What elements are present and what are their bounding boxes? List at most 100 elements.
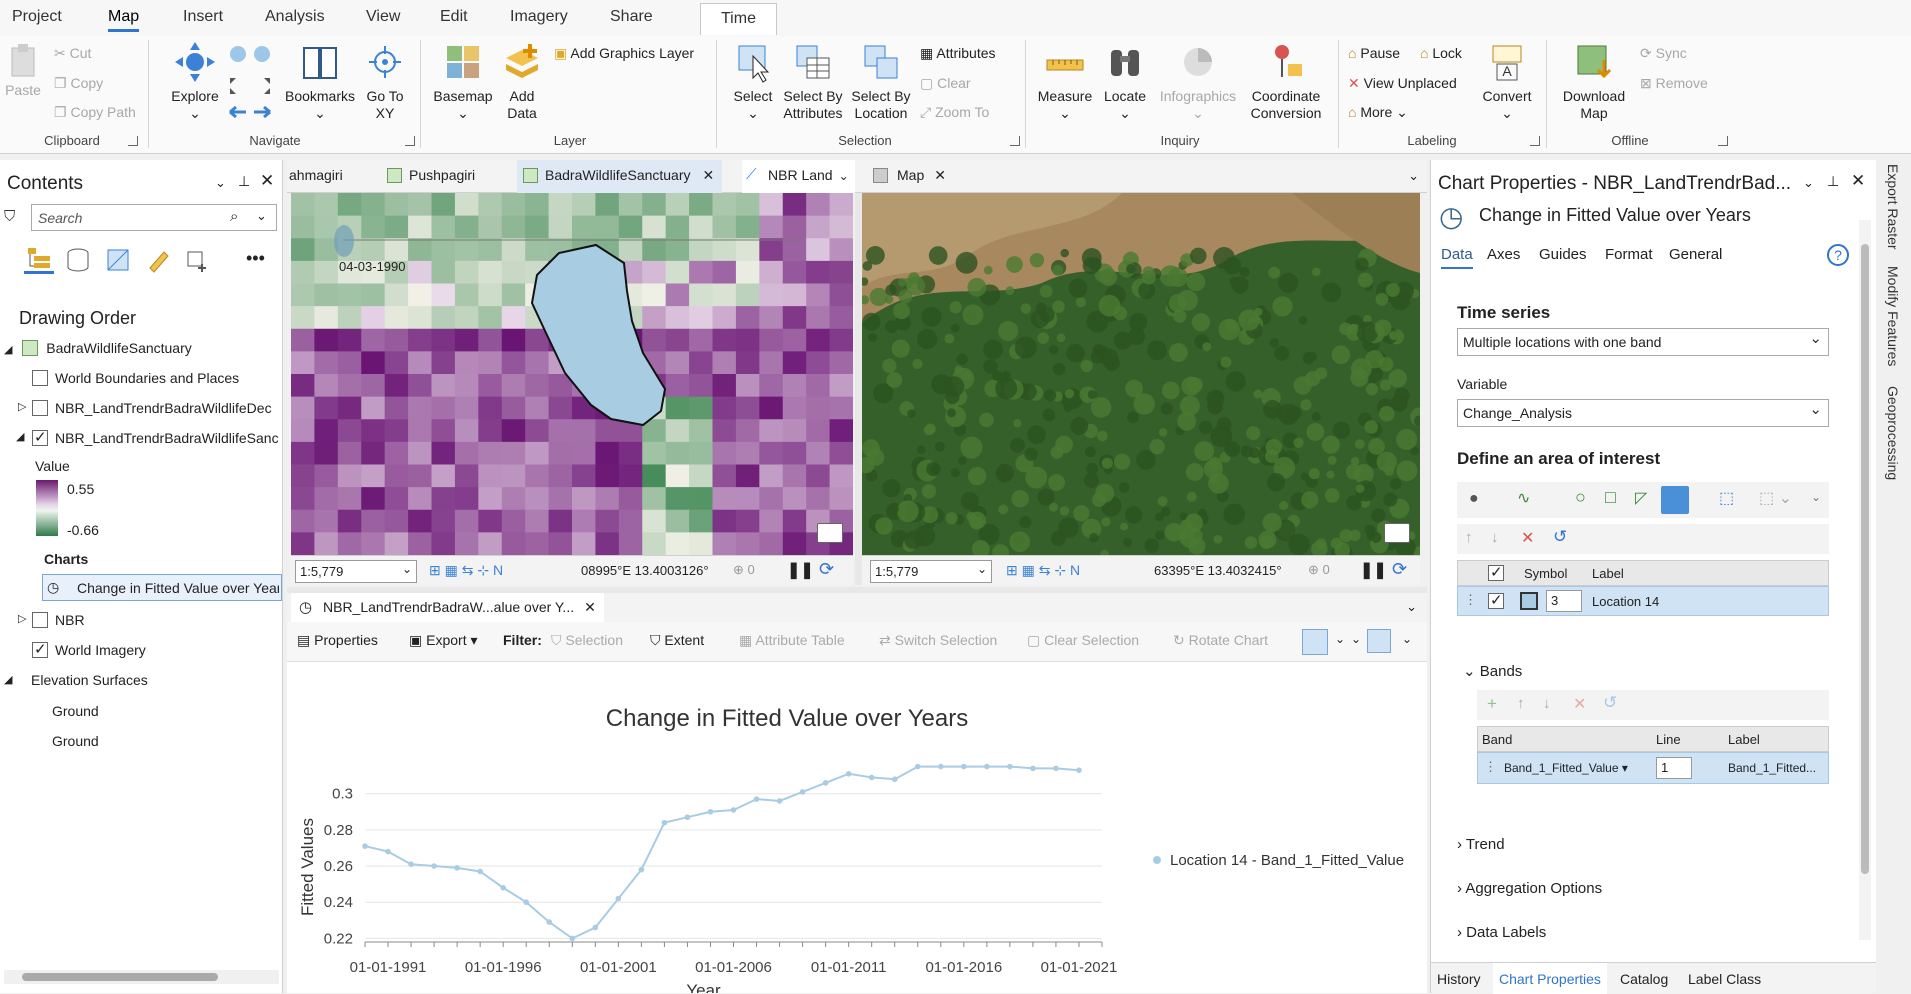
chevron-down-icon[interactable]: ⌄ bbox=[256, 208, 267, 224]
delete-icon[interactable]: ✕ bbox=[1573, 694, 1586, 714]
tab-insert[interactable]: Insert bbox=[183, 8, 223, 26]
bookmarks-button[interactable]: Bookmarks ⌄ bbox=[282, 40, 358, 122]
move-down-icon[interactable]: ↓ bbox=[1491, 529, 1499, 546]
expand-icon[interactable]: ▷ bbox=[18, 612, 26, 625]
map-legend-toggle-icon[interactable] bbox=[1384, 523, 1410, 543]
band-row[interactable]: ⋮ Band_1_Fitted_Value ▾ 1 Band_1_Fitted.… bbox=[1477, 752, 1829, 784]
elevation-surfaces[interactable]: Elevation Surfaces bbox=[31, 672, 148, 688]
select-feature-icon[interactable]: ⬚ bbox=[1719, 488, 1734, 508]
nbr-raster-map[interactable]: 04-03-1990 bbox=[291, 193, 853, 555]
pin-icon[interactable]: ⊥ bbox=[238, 173, 250, 190]
drag-handle-icon[interactable]: ⋮ bbox=[1464, 592, 1477, 608]
close-icon[interactable]: ✕ bbox=[1851, 171, 1865, 191]
more-options-icon[interactable]: ••• bbox=[246, 248, 265, 269]
world-imagery-map[interactable] bbox=[862, 193, 1420, 555]
filter-icon[interactable]: ⛉ bbox=[4, 208, 15, 225]
map-tab-map[interactable]: Map ✕ bbox=[867, 160, 946, 190]
convert-button[interactable]: A Convert ⌄ bbox=[1476, 40, 1538, 122]
pane-options-icon[interactable]: ⌄ bbox=[215, 175, 226, 191]
tab-label-class[interactable]: Label Class bbox=[1688, 971, 1761, 987]
list-by-source-button[interactable] bbox=[64, 246, 92, 277]
location-checkbox[interactable] bbox=[1488, 591, 1504, 609]
search-icon[interactable]: ⌕ bbox=[230, 208, 238, 225]
tab-general[interactable]: General bbox=[1669, 246, 1722, 263]
coordinate-conversion-button[interactable]: Coordinate Conversion bbox=[1240, 40, 1332, 122]
layer-world-imagery[interactable]: World Imagery bbox=[55, 642, 146, 658]
freehand-polygon-icon[interactable] bbox=[1661, 486, 1689, 514]
clear-selection-ribbon-button[interactable]: ▢ Clear bbox=[920, 75, 971, 92]
chevron-down-icon[interactable]: ⌄ bbox=[1811, 490, 1821, 504]
scrollbar-thumb[interactable] bbox=[1861, 244, 1869, 874]
tab-project[interactable]: Project bbox=[12, 8, 62, 26]
collapse-icon[interactable]: ◢ bbox=[16, 430, 24, 443]
list-by-selection-button[interactable] bbox=[104, 246, 132, 277]
fixed-zoom-icon[interactable]: ⊞ ▦ ⇆ ⊹ N bbox=[1006, 562, 1080, 579]
point-icon[interactable]: ● bbox=[1469, 490, 1479, 508]
measure-button[interactable]: Measure ⌄ bbox=[1032, 40, 1098, 122]
data-labels-section[interactable]: › Data Labels bbox=[1457, 924, 1546, 941]
chevron-down-icon[interactable]: ⌄ bbox=[1402, 632, 1412, 646]
copy-path-button[interactable]: ❐ Copy Path bbox=[54, 104, 136, 121]
select-all-checkbox[interactable] bbox=[1488, 563, 1504, 581]
drag-handle-icon[interactable]: ⋮ bbox=[1484, 759, 1497, 775]
tab-view[interactable]: View bbox=[366, 8, 400, 26]
infographics-button[interactable]: Infographics ⌄ bbox=[1154, 40, 1242, 122]
move-up-icon[interactable]: ↑ bbox=[1517, 695, 1525, 712]
line-icon[interactable]: ∿ bbox=[1517, 488, 1530, 508]
ground-layer[interactable]: Ground bbox=[52, 703, 99, 719]
go-to-xy-button[interactable]: Go To XY bbox=[362, 40, 408, 122]
lock-labels-button[interactable]: ⌂ Lock bbox=[1420, 45, 1462, 61]
map-tab-nbr-land[interactable]: ⟋ NBR Land ⌄ bbox=[742, 160, 855, 193]
layer-checkbox[interactable] bbox=[32, 370, 48, 386]
search-box[interactable]: Search ⌕ ⌄ bbox=[31, 204, 277, 231]
tab-axes[interactable]: Axes bbox=[1487, 246, 1520, 263]
refresh-icon[interactable]: ⟳ bbox=[819, 559, 834, 580]
bands-section[interactable]: ⌄ Bands bbox=[1463, 662, 1522, 680]
add-data-button[interactable]: Add Data bbox=[496, 40, 548, 122]
filter-selection-button[interactable]: ⛉ Selection bbox=[551, 632, 623, 649]
layer-checkbox[interactable] bbox=[32, 428, 48, 446]
download-map-button[interactable]: Download Map bbox=[1556, 40, 1632, 122]
circle-icon[interactable]: ○ bbox=[1575, 487, 1586, 508]
tab-modify-features[interactable]: Modify Features bbox=[1885, 266, 1901, 366]
add-icon[interactable]: + bbox=[1487, 694, 1497, 714]
tab-imagery[interactable]: Imagery bbox=[510, 8, 568, 26]
move-down-icon[interactable]: ↓ bbox=[1543, 695, 1551, 712]
explore-button[interactable]: Explore ⌄ bbox=[165, 40, 225, 122]
chevron-down-icon[interactable]: ⌄ bbox=[1351, 632, 1361, 646]
tab-data[interactable]: Data bbox=[1441, 246, 1473, 269]
filter-extent-button[interactable]: ⛉ Extent bbox=[650, 632, 704, 649]
tab-edit[interactable]: Edit bbox=[440, 8, 468, 26]
symbol-size-stepper[interactable]: 3 bbox=[1546, 590, 1582, 612]
pause-labels-button[interactable]: ⌂ Pause bbox=[1348, 45, 1400, 61]
offline-launcher[interactable] bbox=[1718, 136, 1728, 146]
pause-drawing-icon[interactable]: ❚❚ bbox=[787, 560, 814, 580]
pane-splitter[interactable] bbox=[287, 587, 1427, 593]
tab-guides[interactable]: Guides bbox=[1539, 246, 1587, 263]
scale-dropdown[interactable]: 1:5,779 ⌄ bbox=[870, 560, 992, 583]
locate-button[interactable]: Locate ⌄ bbox=[1098, 40, 1152, 122]
list-by-editing-button[interactable] bbox=[144, 246, 172, 277]
labeling-launcher[interactable] bbox=[1530, 136, 1540, 146]
pin-icon[interactable]: ⊥ bbox=[1827, 173, 1839, 190]
collapse-icon[interactable]: ◢ bbox=[4, 344, 12, 356]
layer-nbr-dec[interactable]: NBR_LandTrendrBadraWildlifeDec bbox=[55, 400, 272, 416]
import-features-icon[interactable]: ⬚ ⌄ bbox=[1759, 488, 1792, 508]
close-icon[interactable]: ✕ bbox=[260, 171, 274, 191]
basemap-button[interactable]: Basemap ⌄ bbox=[428, 40, 498, 122]
select-button[interactable]: Select ⌄ bbox=[726, 40, 780, 122]
tab-analysis[interactable]: Analysis bbox=[265, 8, 325, 26]
paste-button[interactable]: Paste bbox=[4, 42, 42, 99]
polygon-icon[interactable]: ◸ bbox=[1635, 488, 1647, 508]
close-icon[interactable]: ✕ bbox=[584, 599, 596, 615]
pause-drawing-icon[interactable]: ❚❚ bbox=[1360, 560, 1387, 580]
help-icon[interactable]: ? bbox=[1827, 244, 1849, 266]
pane-options-icon[interactable]: ⌄ bbox=[1803, 175, 1814, 191]
expand-icon[interactable]: ▷ bbox=[18, 400, 26, 413]
search-input[interactable]: Search bbox=[38, 210, 82, 226]
clipboard-launcher[interactable] bbox=[128, 136, 138, 146]
legend-toggle-icon[interactable] bbox=[1367, 629, 1391, 653]
layer-world-boundaries[interactable]: World Boundaries and Places bbox=[55, 370, 239, 386]
export-button[interactable]: ▣ Export ▾ bbox=[409, 632, 478, 649]
line-width-stepper[interactable]: 1 bbox=[1656, 757, 1692, 779]
